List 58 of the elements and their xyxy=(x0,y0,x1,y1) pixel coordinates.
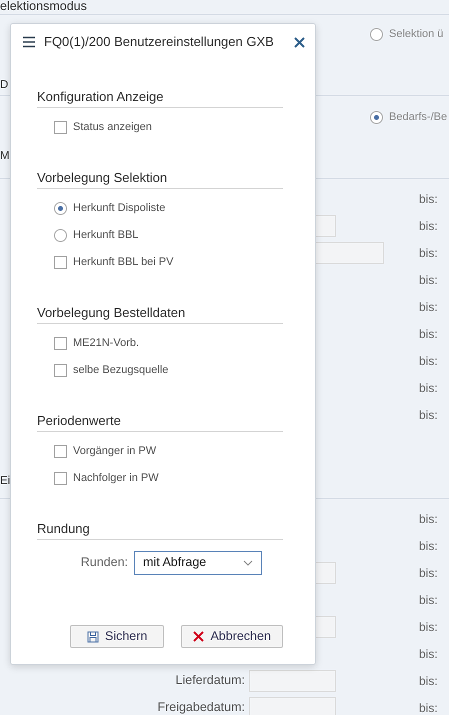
section-label: Ei xyxy=(0,474,10,489)
checkbox-icon[interactable] xyxy=(54,445,67,458)
dropdown[interactable]: mit Abfrage xyxy=(134,550,262,574)
save-icon xyxy=(86,630,99,642)
to-label: bis: xyxy=(419,298,438,316)
to-label: bis: xyxy=(419,618,438,636)
checkbox-option[interactable]: Vorgänger in PW xyxy=(54,443,156,460)
caret-icon xyxy=(243,560,253,566)
input-field[interactable] xyxy=(249,670,336,692)
section-heading: Rundung xyxy=(37,520,283,540)
checkbox-icon[interactable] xyxy=(54,121,67,134)
dialog-title: FQ0(1)/200 Benutzereinstellungen GXB xyxy=(44,33,275,52)
close-icon[interactable] xyxy=(294,36,305,48)
close-icon xyxy=(193,631,204,642)
radio-icon[interactable] xyxy=(370,111,383,124)
save-button[interactable]: Sichern xyxy=(70,625,164,648)
radio-icon[interactable] xyxy=(370,28,383,41)
radio-icon[interactable] xyxy=(54,229,67,242)
to-label: bis: xyxy=(419,700,438,715)
checkbox-option[interactable]: Herkunft BBL bei PV xyxy=(54,254,174,271)
field-label: Lieferdatum: xyxy=(174,672,245,690)
to-label: bis: xyxy=(419,538,438,554)
to-label: bis: xyxy=(419,646,438,662)
to-label: bis: xyxy=(419,352,438,370)
to-label: bis: xyxy=(419,510,438,528)
field-label: Freigabedatum: xyxy=(156,699,245,715)
checkbox-icon[interactable] xyxy=(54,472,67,485)
radio-option[interactable]: Herkunft BBL xyxy=(54,227,138,244)
to-label: bis: xyxy=(419,326,438,342)
to-label: bis: xyxy=(419,380,438,396)
checkbox-option[interactable]: selbe Bezugsquelle xyxy=(54,362,168,379)
radio-option[interactable]: Herkunft Dispoliste xyxy=(54,200,166,217)
to-label: bis: xyxy=(419,244,438,262)
to-label: bis: xyxy=(419,564,438,582)
checkbox-icon[interactable] xyxy=(54,364,67,377)
field-label: Runden: xyxy=(80,554,129,572)
to-label: bis: xyxy=(419,406,438,424)
section-heading: Vorbelegung Bestelldaten xyxy=(37,304,283,324)
checkbox-option[interactable]: Status anzeigen xyxy=(54,119,152,136)
checkbox-option[interactable]: Nachfolger in PW xyxy=(54,470,159,487)
radio-icon[interactable] xyxy=(54,202,67,215)
to-label: bis: xyxy=(419,272,438,288)
to-label: bis: xyxy=(419,592,438,608)
section-heading: Konfiguration Anzeige xyxy=(37,88,283,108)
section-label: D xyxy=(0,78,8,93)
section-title: elektionsmodus xyxy=(0,0,88,14)
cancel-button[interactable]: Abbrechen xyxy=(181,625,283,648)
section-label: M xyxy=(0,149,10,164)
to-label: bis: xyxy=(419,672,438,690)
input-field[interactable] xyxy=(249,696,336,715)
to-label: bis: xyxy=(419,190,438,208)
menu-icon[interactable] xyxy=(22,36,36,48)
checkbox-option[interactable]: ME21N-Vorb. xyxy=(54,335,140,352)
checkbox-icon[interactable] xyxy=(54,256,67,269)
checkbox-icon[interactable] xyxy=(54,337,67,350)
section-heading: Periodenwerte xyxy=(37,412,283,432)
to-label: bis: xyxy=(419,218,438,234)
section-heading: Vorbelegung Selektion xyxy=(37,169,283,189)
